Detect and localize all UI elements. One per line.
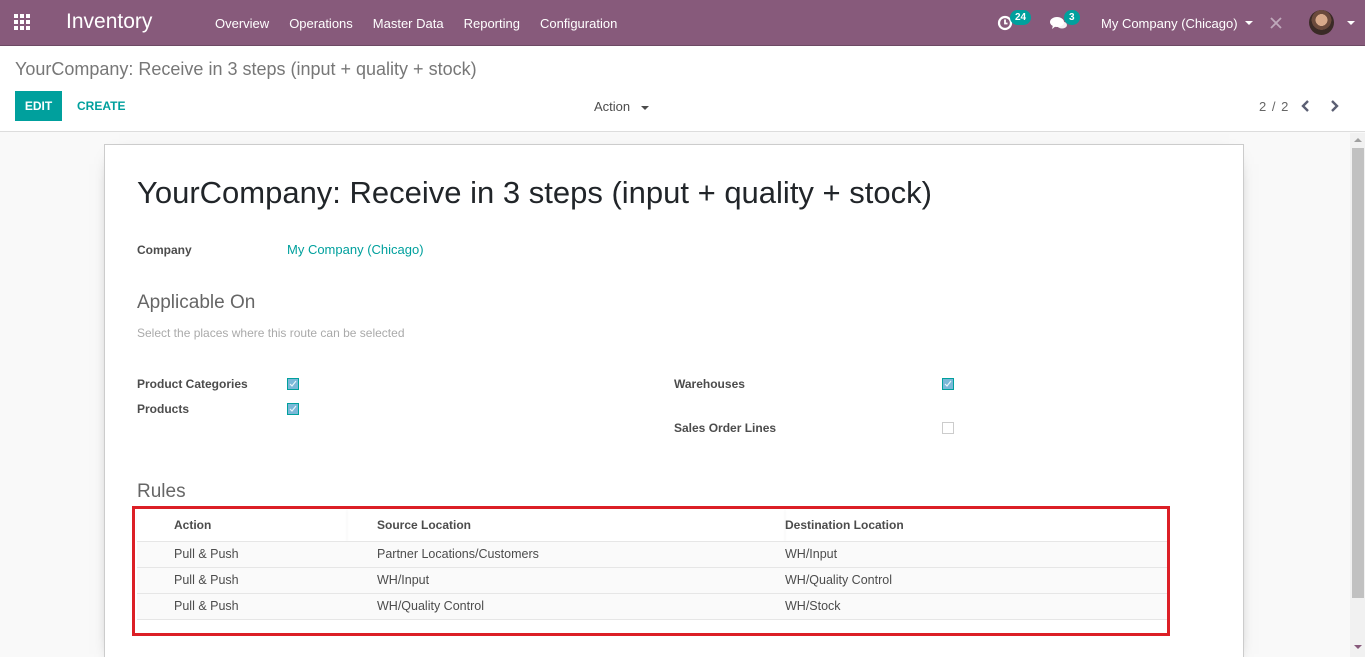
menu-operations[interactable]: Operations	[279, 16, 363, 31]
apps-menu-icon[interactable]	[14, 14, 32, 30]
rules-highlight-annotation	[132, 506, 1170, 636]
applicable-on-title: Applicable On	[137, 292, 256, 313]
applicable-on-help: Select the places where this route can b…	[137, 326, 405, 340]
company-switcher-label: My Company (Chicago)	[1101, 15, 1238, 31]
rules-title: Rules	[137, 481, 186, 502]
debug-tools-icon[interactable]	[1269, 16, 1283, 34]
products-label: Products	[137, 402, 190, 416]
scroll-down-arrow-icon[interactable]	[1354, 645, 1362, 649]
breadcrumb: YourCompany: Receive in 3 steps (input +…	[15, 59, 477, 79]
menu-configuration[interactable]: Configuration	[530, 16, 627, 31]
activity-count-badge: 24	[1010, 10, 1032, 25]
menu-master-data[interactable]: Master Data	[363, 16, 454, 31]
user-menu-chevron-icon[interactable]	[1347, 21, 1355, 25]
company-label: Company	[137, 243, 192, 257]
warehouses-checkbox[interactable]	[942, 378, 954, 390]
sales-order-lines-label: Sales Order Lines	[674, 421, 777, 435]
products-checkbox[interactable]	[287, 403, 299, 415]
messages-count-badge: 3	[1064, 10, 1080, 25]
chevron-left-icon	[1301, 100, 1309, 112]
company-link[interactable]: My Company (Chicago)	[287, 242, 424, 257]
pager-previous-button[interactable]	[1299, 96, 1313, 116]
vertical-scrollbar[interactable]	[1350, 133, 1365, 657]
checkmark-icon	[944, 380, 952, 387]
scroll-thumb[interactable]	[1352, 148, 1364, 598]
action-dropdown[interactable]: Action	[594, 99, 649, 114]
chevron-down-icon	[640, 105, 649, 110]
chevron-right-icon	[1331, 100, 1339, 112]
scroll-up-arrow-icon[interactable]	[1354, 138, 1362, 142]
record-title: YourCompany: Receive in 3 steps (input +…	[137, 175, 932, 210]
menu-overview[interactable]: Overview	[205, 16, 279, 31]
chevron-down-icon	[1244, 21, 1253, 25]
company-switcher[interactable]: My Company (Chicago)	[1101, 0, 1253, 46]
menu-reporting[interactable]: Reporting	[454, 16, 530, 31]
form-sheet: YourCompany: Receive in 3 steps (input +…	[104, 144, 1244, 657]
warehouses-label: Warehouses	[674, 377, 745, 391]
edit-button[interactable]: EDIT	[15, 91, 62, 121]
messaging-button[interactable]: 3	[1050, 0, 1080, 46]
checkmark-icon	[289, 405, 297, 412]
user-avatar[interactable]	[1309, 10, 1334, 35]
product-categories-label: Product Categories	[137, 377, 248, 391]
top-navbar: Inventory Overview Operations Master Dat…	[0, 0, 1365, 46]
create-button[interactable]: CREATE	[70, 91, 132, 121]
app-title[interactable]: Inventory	[66, 10, 152, 34]
control-panel: YourCompany: Receive in 3 steps (input +…	[0, 46, 1365, 132]
activity-button[interactable]: 24	[997, 0, 1032, 46]
action-dropdown-label: Action	[594, 99, 631, 114]
sales-order-lines-checkbox[interactable]	[942, 422, 954, 434]
pager-value[interactable]: 2 / 2	[1259, 99, 1289, 114]
checkmark-icon	[289, 380, 297, 387]
product-categories-checkbox[interactable]	[287, 378, 299, 390]
form-view: YourCompany: Receive in 3 steps (input +…	[0, 133, 1350, 657]
pager-next-button[interactable]	[1327, 96, 1341, 116]
main-menu: Overview Operations Master Data Reportin…	[205, 0, 627, 46]
